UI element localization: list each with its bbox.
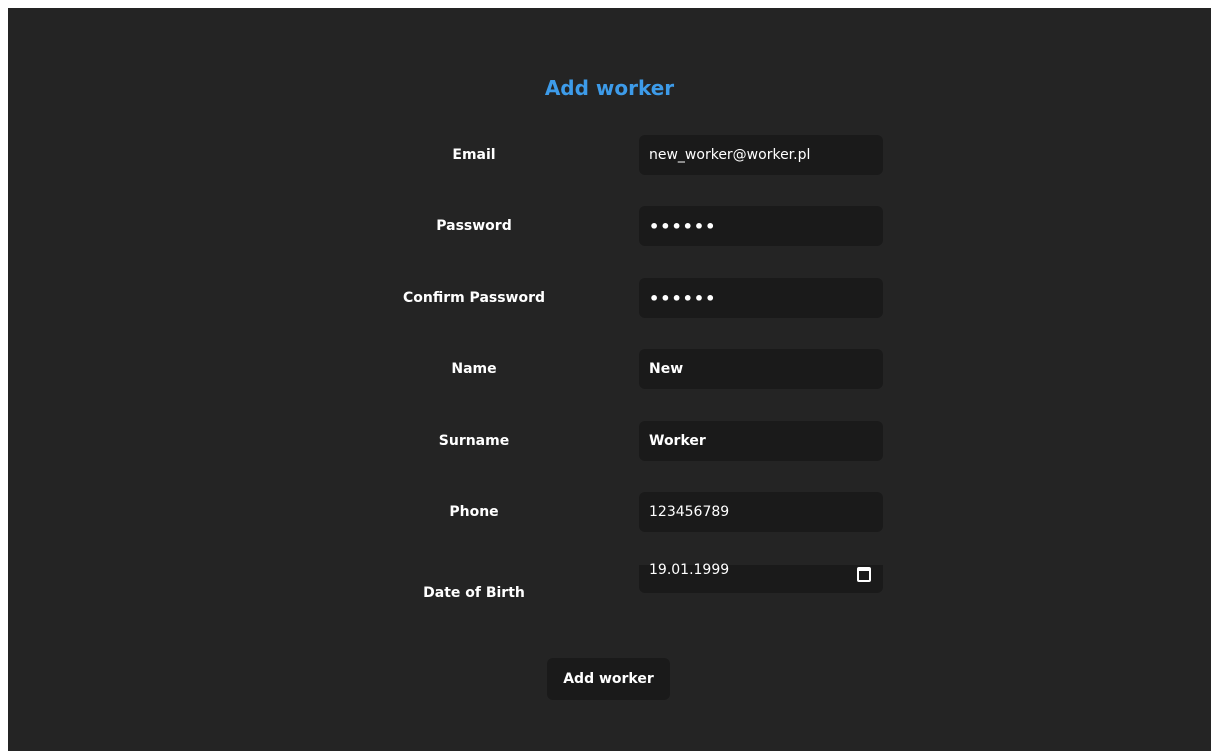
phone-label: Phone xyxy=(449,504,499,520)
add-worker-button[interactable]: Add worker xyxy=(547,658,670,700)
calendar-icon[interactable] xyxy=(857,567,871,582)
phone-field[interactable] xyxy=(639,492,883,532)
email-label: Email xyxy=(452,147,496,163)
form-panel: Add worker Email Password Confirm Passwo… xyxy=(8,8,1211,751)
confirm-password-field[interactable] xyxy=(639,278,883,318)
surname-row: Surname xyxy=(8,421,1211,461)
surname-field[interactable] xyxy=(639,421,883,461)
confirm-password-label: Confirm Password xyxy=(402,290,546,306)
confirm-password-row: Confirm Password xyxy=(8,278,1211,318)
surname-label: Surname xyxy=(438,433,510,449)
date-of-birth-field[interactable]: 19.01.1999 xyxy=(639,562,883,593)
password-field[interactable] xyxy=(639,206,883,246)
date-of-birth-row: Date of Birth 19.01.1999 xyxy=(8,562,1211,605)
name-label: Name xyxy=(451,361,497,377)
password-row: Password xyxy=(8,206,1211,246)
password-label: Password xyxy=(436,218,512,234)
date-of-birth-value: 19.01.1999 xyxy=(649,562,730,578)
phone-row: Phone xyxy=(8,492,1211,532)
name-field[interactable] xyxy=(639,349,883,389)
name-row: Name xyxy=(8,349,1211,389)
page-title: Add worker xyxy=(544,76,675,100)
date-of-birth-label: Date of Birth xyxy=(423,585,525,601)
email-row: Email xyxy=(8,135,1211,175)
email-field[interactable] xyxy=(639,135,883,175)
